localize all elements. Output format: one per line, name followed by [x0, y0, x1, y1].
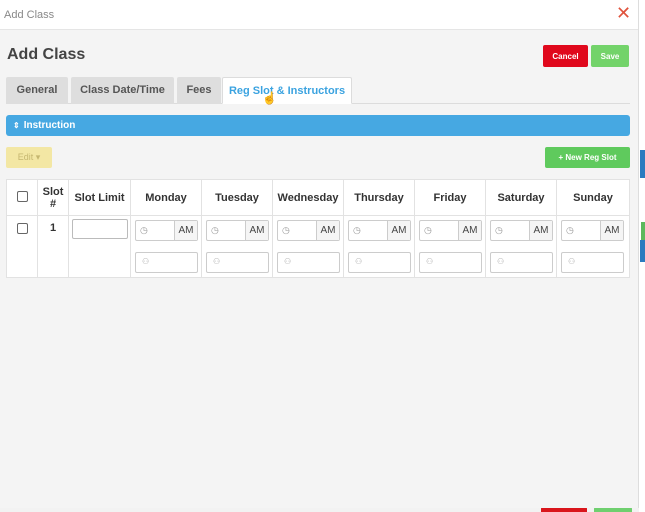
- am-pm-toggle[interactable]: AM: [530, 221, 552, 240]
- instructor-input[interactable]: ⚇: [561, 252, 624, 273]
- time-picker[interactable]: ◷ AM: [135, 220, 198, 241]
- instructors-icon: ⚇: [497, 257, 505, 266]
- dialog-title: Add Class: [4, 9, 55, 21]
- day-cell-sunday: ◷ AM ⚇: [556, 215, 630, 278]
- instructors-icon: ⚇: [355, 257, 363, 266]
- am-pm-toggle[interactable]: AM: [388, 221, 410, 240]
- table-row: 1 ◷ AM ⚇ ◷ AM ⚇ ◷ AM ⚇ ◷ AM ⚇ ◷ AM ⚇ ◷ A…: [6, 215, 630, 278]
- reg-slot-table: Slot # Slot Limit Monday Tuesday Wednesd…: [6, 179, 630, 278]
- column-header: Wednesday: [272, 179, 344, 216]
- am-pm-toggle[interactable]: AM: [175, 221, 197, 240]
- time-picker[interactable]: ◷ AM: [419, 220, 482, 241]
- new-reg-slot-button[interactable]: + New Reg Slot: [545, 147, 630, 168]
- time-input[interactable]: ◷: [562, 221, 601, 240]
- clock-icon: ◷: [282, 225, 290, 235]
- time-picker[interactable]: ◷ AM: [277, 220, 340, 241]
- day-cell-thursday: ◷ AM ⚇: [343, 215, 415, 278]
- time-picker[interactable]: ◷ AM: [490, 220, 553, 241]
- tab-fees[interactable]: Fees: [177, 77, 221, 104]
- column-header: Thursday: [343, 179, 415, 216]
- add-class-dialog: Add Class ✕ Add Class Cancel Save Genera…: [0, 0, 639, 508]
- close-icon[interactable]: ✕: [616, 4, 631, 22]
- instructor-input[interactable]: ⚇: [419, 252, 482, 273]
- day-cell-friday: ◷ AM ⚇: [414, 215, 486, 278]
- tab-bar: General Class Date/Time Fees Reg Slot & …: [6, 77, 630, 104]
- slot-number: 1: [49, 222, 57, 234]
- time-input[interactable]: ◷: [278, 221, 317, 240]
- clock-icon: ◷: [495, 225, 503, 235]
- cancel-button[interactable]: Cancel: [543, 45, 588, 67]
- day-cell-wednesday: ◷ AM ⚇: [272, 215, 344, 278]
- day-cell-monday: ◷ AM ⚇: [130, 215, 202, 278]
- clock-icon: ◷: [424, 225, 432, 235]
- column-header: Slot Limit: [68, 179, 131, 216]
- instructor-input[interactable]: ⚇: [277, 252, 340, 273]
- day-cell-tuesday: ◷ AM ⚇: [201, 215, 273, 278]
- time-input[interactable]: ◷: [207, 221, 246, 240]
- row-select-cell: [6, 215, 38, 278]
- tab-reg-slot-instructors[interactable]: Reg Slot & Instructors: [222, 77, 352, 104]
- table-header-row: Slot # Slot Limit Monday Tuesday Wednesd…: [6, 179, 630, 216]
- slot-limit-cell: [68, 215, 131, 278]
- background-blue-band: [640, 150, 645, 178]
- instructors-icon: ⚇: [213, 257, 221, 266]
- sort-chevrons-icon: ⇕: [13, 121, 20, 130]
- am-pm-toggle[interactable]: AM: [317, 221, 339, 240]
- column-header: Friday: [414, 179, 486, 216]
- instructors-icon: ⚇: [568, 257, 576, 266]
- edit-dropdown-button[interactable]: Edit ▾: [6, 147, 52, 168]
- instructors-icon: ⚇: [426, 257, 434, 266]
- clock-icon: ◷: [566, 225, 574, 235]
- time-input[interactable]: ◷: [349, 221, 388, 240]
- time-input[interactable]: ◷: [420, 221, 459, 240]
- hand-cursor-icon: ☝: [262, 91, 277, 105]
- background-blue-band: [640, 240, 645, 262]
- slot-limit-input[interactable]: [72, 219, 128, 239]
- background-green-button: [641, 222, 645, 240]
- instructor-input[interactable]: ⚇: [135, 252, 198, 273]
- column-header: Saturday: [485, 179, 557, 216]
- tab-class-date-time[interactable]: Class Date/Time: [71, 77, 174, 104]
- am-pm-toggle[interactable]: AM: [459, 221, 481, 240]
- column-header: Tuesday: [201, 179, 273, 216]
- select-all-checkbox[interactable]: [16, 190, 28, 202]
- instruction-section-header[interactable]: ⇕ Instruction: [6, 115, 630, 136]
- clock-icon: ◷: [353, 225, 361, 235]
- section-title: Instruction: [23, 120, 76, 131]
- day-cell-saturday: ◷ AM ⚇: [485, 215, 557, 278]
- column-header: Sunday: [556, 179, 630, 216]
- save-button[interactable]: Save: [591, 45, 629, 67]
- column-header: Slot #: [37, 179, 69, 216]
- column-header: Monday: [130, 179, 202, 216]
- instructors-icon: ⚇: [142, 257, 150, 266]
- time-input[interactable]: ◷: [136, 221, 175, 240]
- am-pm-toggle[interactable]: AM: [601, 221, 623, 240]
- select-all-header: [6, 179, 38, 216]
- time-picker[interactable]: ◷ AM: [206, 220, 269, 241]
- am-pm-toggle[interactable]: AM: [246, 221, 268, 240]
- time-input[interactable]: ◷: [491, 221, 530, 240]
- clock-icon: ◷: [140, 225, 148, 235]
- instructor-input[interactable]: ⚇: [490, 252, 553, 273]
- dialog-header: Add Class ✕: [0, 0, 638, 30]
- clock-icon: ◷: [211, 225, 219, 235]
- instructor-input[interactable]: ⚇: [206, 252, 269, 273]
- tab-general[interactable]: General: [6, 77, 68, 104]
- row-checkbox[interactable]: [16, 223, 28, 234]
- page-title: Add Class: [7, 46, 86, 63]
- instructor-input[interactable]: ⚇: [348, 252, 411, 273]
- instructors-icon: ⚇: [284, 257, 292, 266]
- time-picker[interactable]: ◷ AM: [561, 220, 624, 241]
- slot-number-cell: 1: [37, 215, 69, 278]
- time-picker[interactable]: ◷ AM: [348, 220, 411, 241]
